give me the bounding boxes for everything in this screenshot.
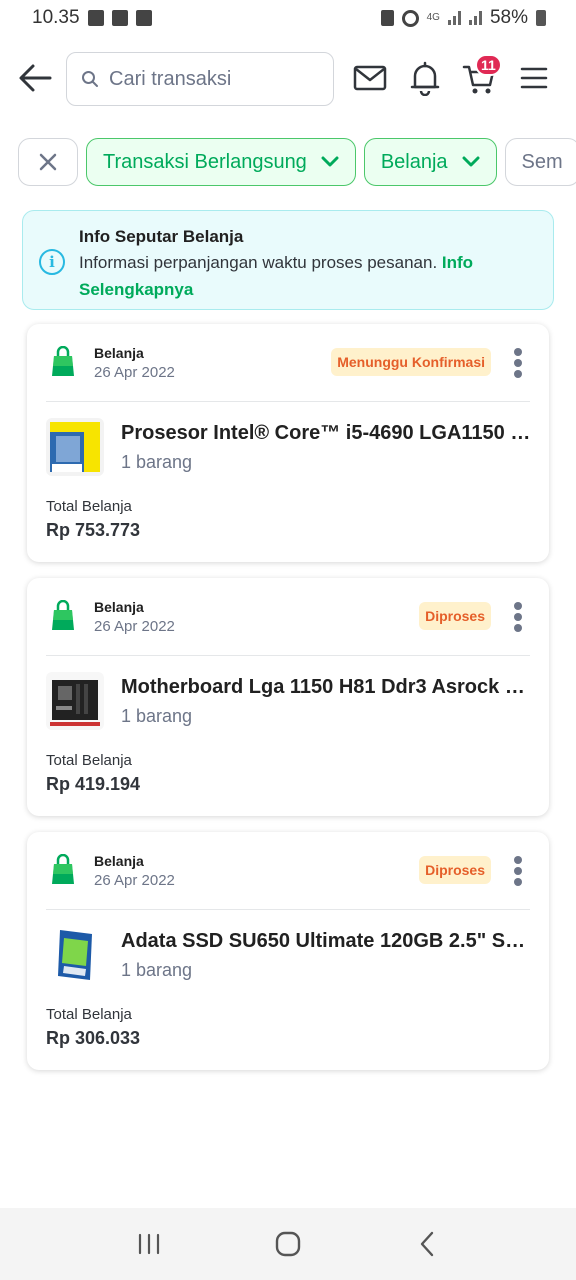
order-card[interactable]: Belanja 26 Apr 2022 Diproses Motherboard… [27,578,549,816]
alarm-icon [401,9,419,27]
filter-chip-status[interactable]: Transaksi Berlangsung [86,138,356,186]
close-icon [39,153,57,171]
product-quantity: 1 barang [121,960,193,980]
status-badge: Diproses [419,856,491,884]
search-icon [82,71,98,87]
order-card[interactable]: Belanja 26 Apr 2022 Diproses Adata SSD S… [27,832,549,1070]
product-thumbnail[interactable] [46,418,104,476]
shopping-bag-icon [52,854,74,884]
product-name: Adata SSD SU650 Ultimate 120GB 2.5" SATA [121,930,531,952]
info-icon: i [39,249,65,275]
search-box[interactable] [66,52,334,106]
clear-filter-button[interactable] [18,138,78,186]
product-thumbnail[interactable] [46,672,104,730]
menu-button[interactable] [516,60,552,96]
recent-apps-button[interactable] [129,1224,169,1264]
order-type: Belanja [94,853,144,869]
more-options-button[interactable] [513,602,523,632]
total-label: Total Belanja [46,1006,132,1023]
order-date: 26 Apr 2022 [94,618,175,635]
total-value: Rp 753.773 [46,520,141,540]
status-badge: Diproses [419,602,491,630]
back-button[interactable] [18,62,52,94]
system-back-button[interactable] [407,1224,447,1264]
filter-chip-label: Transaksi Berlangsung [103,150,307,173]
news-notification-icon [111,10,128,26]
filter-chip-label: Sem [521,150,563,173]
home-button[interactable] [268,1224,308,1264]
lock-icon [380,10,394,26]
info-banner: i Info Seputar Belanja Informasi perpanj… [22,210,554,310]
status-time: 10.35 [32,7,80,28]
product-name: Prosesor Intel® Core™ i5-4690 LGA1150 Ha… [121,422,531,444]
header: 11 [0,50,576,106]
shopping-bag-icon [52,600,74,630]
total-value: Rp 419.194 [46,774,141,794]
shopping-bag-icon [52,346,74,376]
total-label: Total Belanja [46,498,132,515]
chevron-down-icon [321,156,339,167]
product-quantity: 1 barang [121,452,193,472]
order-type: Belanja [94,599,144,615]
info-description: Informasi perpanjangan waktu proses pesa… [79,253,438,272]
mail-icon [353,65,387,91]
card-divider [46,401,530,402]
network-type: 4G [426,12,440,23]
more-options-button[interactable] [513,348,523,378]
motherboard-image [46,672,104,730]
card-divider [46,655,530,656]
ssd-image [46,926,104,984]
product-name: Motherboard Lga 1150 H81 Ddr3 Asrock H81… [121,676,531,698]
inbox-button[interactable] [352,60,388,96]
order-type: Belanja [94,345,144,361]
product-quantity: 1 barang [121,706,193,726]
info-title: Info Seputar Belanja [79,227,244,246]
total-label: Total Belanja [46,752,132,769]
more-options-button[interactable] [513,856,523,886]
signal-icon [447,11,461,25]
filter-chips: Transaksi Berlangsung Belanja Sem [18,138,576,188]
battery-icon [536,10,546,26]
status-badge: Menunggu Konfirmasi [331,348,491,376]
home-icon [275,1231,301,1257]
order-date: 26 Apr 2022 [94,364,175,381]
bell-icon [410,61,440,96]
signal-icon [468,11,482,25]
status-bar-right: 4G 58% [380,7,546,29]
chevron-down-icon [462,156,480,167]
notification-button[interactable] [407,60,443,96]
gallery-notification-icon [87,10,104,26]
order-date: 26 Apr 2022 [94,872,175,889]
recent-apps-icon [139,1233,160,1255]
search-input[interactable] [109,67,309,91]
filter-chip-category[interactable]: Belanja [363,138,497,186]
filter-chip-label: Belanja [380,150,448,173]
info-text: Informasi perpanjangan waktu proses pesa… [79,249,537,303]
hamburger-icon [520,67,548,89]
system-nav-bar [0,1208,576,1280]
battery-percent: 58% [489,7,528,28]
status-bar: 10.35 4G 58% [0,0,576,36]
status-bar-left: 10.35 [32,7,152,29]
chevron-left-icon [420,1231,433,1257]
filter-chip-date[interactable]: Sem [504,138,576,186]
total-value: Rp 306.033 [46,1028,141,1048]
order-card[interactable]: Belanja 26 Apr 2022 Menunggu Konfirmasi … [27,324,549,562]
cart-badge: 11 [475,54,502,76]
cpu-box-image [46,418,104,476]
product-thumbnail[interactable] [46,926,104,984]
task-notification-icon [135,10,152,26]
arrow-left-icon [19,64,52,92]
cart-button[interactable]: 11 [461,54,502,96]
card-divider [46,909,530,910]
